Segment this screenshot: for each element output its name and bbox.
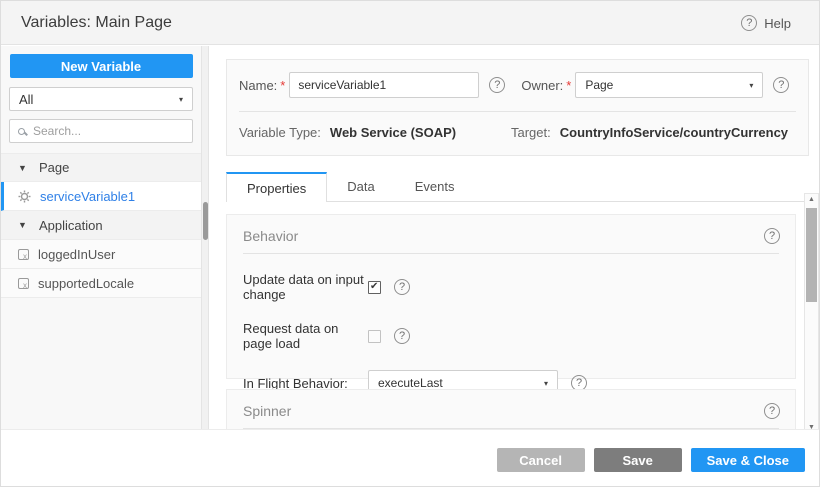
content-scrollbar-thumb[interactable] [806, 208, 817, 302]
update-data-checkbox[interactable] [368, 281, 381, 294]
owner-label: Owner: [521, 78, 563, 93]
spinner-help-icon[interactable]: ? [764, 403, 780, 419]
variables-sidebar: New Variable All ▾ ▼ Page [1, 46, 201, 429]
tab-properties[interactable]: Properties [226, 172, 327, 202]
search-icon [18, 128, 25, 135]
update-data-row: Update data on input change ? [243, 272, 779, 302]
tree-group-application[interactable]: ▼ Application [1, 211, 201, 240]
dialog-footer: Cancel Save Save & Close [1, 429, 819, 486]
owner-select[interactable]: Page ▾ [575, 72, 763, 98]
target-label: Target: [511, 125, 551, 140]
variable-filter-select[interactable]: All ▾ [9, 87, 193, 111]
variable-type-value: Web Service (SOAP) [330, 125, 456, 140]
owner-help-icon[interactable]: ? [773, 77, 789, 93]
collapse-icon: ▼ [18, 163, 30, 173]
save-and-close-button[interactable]: Save & Close [691, 448, 805, 472]
tab-events[interactable]: Events [395, 172, 475, 201]
request-data-checkbox[interactable] [368, 330, 381, 343]
model-variable-icon [18, 278, 29, 289]
tree-item-supportedlocale[interactable]: supportedLocale [1, 269, 201, 298]
behavior-section: Behavior ? Update data on input change ?… [226, 214, 796, 379]
update-data-help-icon[interactable]: ? [394, 279, 410, 295]
detail-tabs: Properties Data Events [226, 172, 809, 202]
collapse-icon: ▼ [18, 220, 30, 230]
spinner-section: Spinner ? [226, 389, 796, 429]
dialog-header: Variables: Main Page ? Help [1, 1, 819, 45]
tree-group-page[interactable]: ▼ Page [1, 153, 201, 182]
chevron-down-icon: ▾ [179, 95, 183, 104]
tab-data[interactable]: Data [327, 172, 394, 201]
tree-item-servicevariable1[interactable]: serviceVariable1 [1, 182, 201, 211]
name-label: Name: [239, 78, 277, 93]
spinner-section-title: Spinner [243, 403, 291, 419]
update-data-label: Update data on input change [243, 272, 368, 302]
name-input[interactable] [289, 72, 479, 98]
help-link[interactable]: ? Help [741, 1, 791, 45]
service-variable-icon [18, 190, 31, 203]
variables-dialog: Variables: Main Page ? Help New Variable… [0, 0, 820, 487]
target-value: CountryInfoService/countryCurrency [560, 125, 788, 140]
variable-summary-box: Name: * ? Owner: * Page ▾ ? Variable Typ… [226, 59, 809, 156]
help-icon: ? [741, 15, 757, 31]
sidebar-scrollbar-thumb[interactable] [203, 202, 208, 240]
model-variable-icon [18, 249, 29, 260]
sidebar-scrollbar[interactable] [201, 46, 209, 429]
variable-type-label: Variable Type: [239, 125, 321, 140]
tree-item-loggedinuser[interactable]: loggedInUser [1, 240, 201, 269]
chevron-down-icon: ▾ [749, 81, 753, 90]
request-data-row: Request data on page load ? [243, 321, 779, 351]
scroll-up-icon[interactable]: ▲ [805, 196, 818, 203]
name-help-icon[interactable]: ? [489, 77, 505, 93]
variable-detail-panel: Name: * ? Owner: * Page ▾ ? Variable Typ… [209, 46, 819, 429]
chevron-down-icon: ▾ [544, 379, 548, 388]
variable-search [9, 119, 193, 143]
help-label: Help [764, 16, 791, 31]
required-marker: * [280, 78, 285, 93]
filter-selected-value: All [19, 92, 33, 107]
request-data-help-icon[interactable]: ? [394, 328, 410, 344]
behavior-section-title: Behavior [243, 228, 298, 244]
save-button[interactable]: Save [594, 448, 682, 472]
new-variable-button[interactable]: New Variable [10, 54, 193, 78]
variable-tree: ▼ Page serviceVariable1 [1, 153, 201, 298]
search-input[interactable] [33, 124, 184, 138]
behavior-help-icon[interactable]: ? [764, 228, 780, 244]
page-title: Variables: Main Page [1, 14, 172, 32]
required-marker: * [566, 78, 571, 93]
cancel-button[interactable]: Cancel [497, 448, 585, 472]
content-scrollbar[interactable]: ▲ ▼ [804, 193, 819, 434]
request-data-label: Request data on page load [243, 321, 368, 351]
